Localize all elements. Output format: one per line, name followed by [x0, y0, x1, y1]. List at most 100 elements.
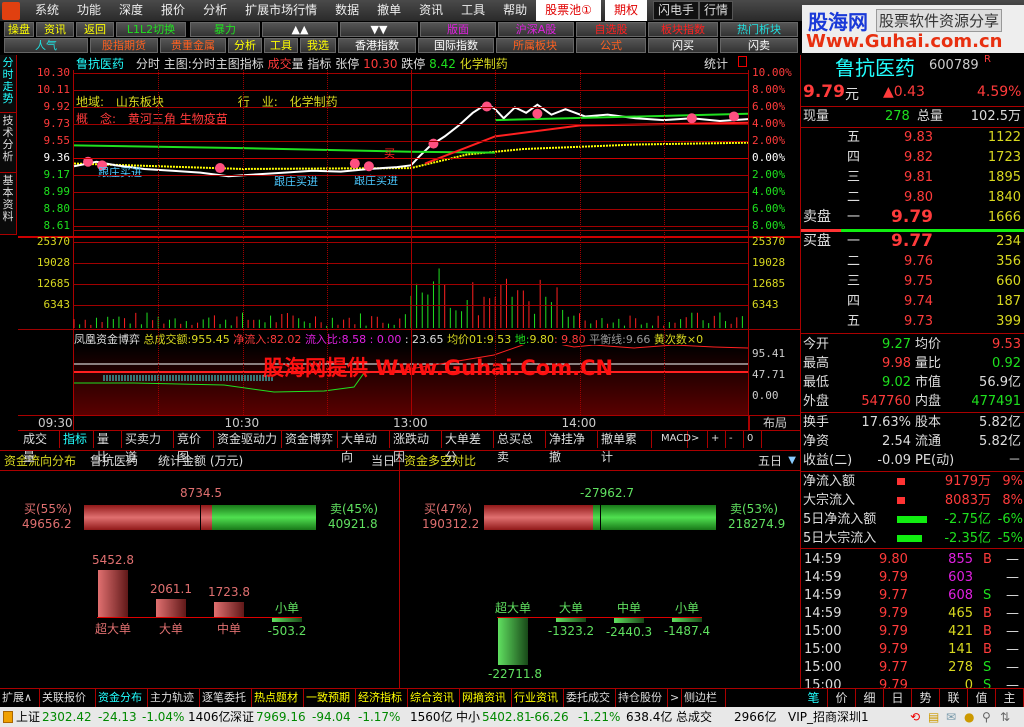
bid-row[interactable]: 三 9.75 660: [801, 272, 1024, 291]
chart-tab[interactable]: MACD: [658, 430, 691, 448]
toolbar-button[interactable]: 闪买: [648, 38, 718, 53]
toolbar-button[interactable]: L1L2切换: [116, 22, 186, 37]
menu-function[interactable]: 功能: [68, 0, 110, 21]
right-panel-tab[interactable]: 联: [940, 689, 968, 707]
chart-tab[interactable]: 撤单累计: [598, 430, 652, 464]
chart-tab[interactable]: >: [688, 430, 708, 448]
bottom-tab[interactable]: 网摘资讯: [460, 689, 512, 707]
panel-title[interactable]: 资金多空对比: [404, 451, 476, 471]
menu-news[interactable]: 资讯: [410, 0, 452, 21]
bottom-tab[interactable]: 热点题材: [252, 689, 304, 707]
bottom-tab[interactable]: 一致预期: [304, 689, 356, 707]
chart-tab[interactable]: 量比: [94, 430, 122, 464]
chart-tab[interactable]: 总买总卖: [494, 430, 546, 464]
toolbar-button[interactable]: 人气: [4, 38, 88, 53]
bottom-tab[interactable]: 委托成交: [564, 689, 616, 707]
chart-tab[interactable]: 大单动向: [338, 430, 390, 464]
intraday-chart[interactable]: 鲁抗医药 分时 主图:分时主图指标 成交量 指标 张停 10.30 跌停 8.4…: [18, 55, 800, 447]
right-panel-tab[interactable]: 日: [884, 689, 912, 707]
bottom-tab[interactable]: 侧边栏<: [682, 689, 726, 722]
right-panel-tab[interactable]: 价: [828, 689, 856, 707]
toolbar-button[interactable]: ▲▲: [262, 22, 338, 37]
bottom-tab[interactable]: >: [668, 689, 682, 707]
chart-tab[interactable]: 指标: [60, 430, 94, 448]
mail-icon[interactable]: ✉: [946, 707, 956, 727]
period-selector[interactable]: 五日: [758, 451, 782, 471]
toolbar-button[interactable]: 沪深A股: [498, 22, 574, 37]
dropdown-arrow-icon[interactable]: ▼: [788, 451, 796, 471]
chart-tab[interactable]: 0: [744, 430, 762, 448]
menu-system[interactable]: 系统: [26, 0, 68, 21]
toolbar-button[interactable]: 返回: [76, 22, 114, 37]
signal-icon[interactable]: ⚲: [982, 707, 991, 727]
tab-intraday[interactable]: 分时走势: [0, 55, 17, 113]
toolbar-button[interactable]: 操盘: [4, 22, 34, 37]
ask-row[interactable]: 四 9.82 1723: [801, 148, 1024, 167]
toolbar-button[interactable]: 板块指数: [648, 22, 718, 37]
tab-technical[interactable]: 技术分析: [0, 113, 17, 173]
stock-pool-button[interactable]: 股票池①: [536, 0, 601, 21]
toolbar-button[interactable]: 公式: [576, 38, 646, 53]
right-panel-tab[interactable]: 主: [996, 689, 1024, 707]
toolbar-button[interactable]: 资讯: [36, 22, 74, 37]
quote-button[interactable]: 行情: [698, 1, 733, 20]
bottom-tab[interactable]: 经济指标: [356, 689, 408, 707]
menu-depth[interactable]: 深度: [110, 0, 152, 21]
right-panel-tab[interactable]: 笔: [800, 689, 828, 707]
toolbar-button[interactable]: 所属板块: [496, 38, 574, 53]
flash-trade-button[interactable]: 闪电手: [652, 1, 699, 20]
arrows-icon[interactable]: ⇅: [1000, 707, 1010, 727]
right-panel-tab[interactable]: 势: [912, 689, 940, 707]
menu-data[interactable]: 数据: [326, 0, 368, 21]
toolbar-button[interactable]: 暴力: [190, 22, 260, 37]
market-icon[interactable]: [3, 711, 13, 723]
toolbar-button[interactable]: 工具: [264, 38, 298, 53]
bottom-tab[interactable]: 资金分布: [96, 689, 148, 707]
toolbar-button[interactable]: ▼▼: [340, 22, 418, 37]
toolbar-button[interactable]: 我选: [300, 38, 336, 53]
menu-cancel-order[interactable]: 撤单: [368, 0, 410, 21]
menu-analysis[interactable]: 分析: [194, 0, 236, 21]
bottom-tab[interactable]: 综合资讯: [408, 689, 460, 707]
menu-quote[interactable]: 报价: [152, 0, 194, 21]
chart-tab[interactable]: 资金博弈: [282, 430, 338, 448]
chart-tab[interactable]: 买卖力道: [122, 430, 174, 464]
options-button[interactable]: 期权: [604, 0, 647, 21]
refresh-icon[interactable]: ⟲: [910, 707, 920, 727]
toolbar-button[interactable]: 国际指数: [418, 38, 494, 53]
bid-row[interactable]: 四 9.74 187: [801, 292, 1024, 311]
tab-fundamentals[interactable]: 基本资料: [0, 173, 17, 235]
chart-tab[interactable]: 涨跌动因: [390, 430, 442, 464]
bid-row[interactable]: 二 9.76 356: [801, 252, 1024, 271]
toolbar-button[interactable]: 自选股: [576, 22, 646, 37]
coin-icon[interactable]: ●: [964, 707, 974, 727]
ask-row[interactable]: 五 9.83 1122: [801, 128, 1024, 147]
bottom-tab[interactable]: 关联报价: [40, 689, 96, 707]
chart-tab[interactable]: 资金驱动力: [214, 430, 282, 448]
ask-row[interactable]: 三 9.81 1895: [801, 168, 1024, 187]
layout-button[interactable]: 布局: [749, 415, 800, 431]
notes-icon[interactable]: ▤: [928, 707, 939, 727]
toolbar-button[interactable]: 股指期货: [90, 38, 158, 53]
server-name[interactable]: VIP_招商深圳1: [788, 707, 869, 727]
chart-tab[interactable]: 竞价图: [174, 430, 214, 464]
chart-tab[interactable]: +: [708, 430, 726, 448]
bid-row[interactable]: 五 9.73 399: [801, 312, 1024, 331]
bid-row[interactable]: 买盘 一 9.77 234: [801, 232, 1024, 251]
right-panel-tab[interactable]: 值: [968, 689, 996, 707]
period-selector[interactable]: 当日: [371, 451, 395, 471]
chart-tab[interactable]: -: [726, 430, 744, 448]
menu-help[interactable]: 帮助: [494, 0, 536, 21]
toolbar-button[interactable]: 贵重金属: [160, 38, 226, 53]
bottom-tab[interactable]: 主力轨迹: [148, 689, 200, 707]
bottom-tab[interactable]: 逐笔委托: [200, 689, 252, 707]
right-panel-tab[interactable]: 细: [856, 689, 884, 707]
panel-title[interactable]: 资金流向分布: [4, 451, 76, 471]
toolbar-button[interactable]: 闪卖: [720, 38, 798, 53]
bottom-tab[interactable]: 扩展∧: [0, 689, 40, 707]
menu-extended-market[interactable]: 扩展市场行情: [236, 0, 326, 21]
menu-tools[interactable]: 工具: [452, 0, 494, 21]
ask-row[interactable]: 二 9.80 1840: [801, 188, 1024, 207]
chart-tab[interactable]: 大单差分: [442, 430, 494, 464]
bottom-tab[interactable]: 持仓股份: [616, 689, 668, 707]
